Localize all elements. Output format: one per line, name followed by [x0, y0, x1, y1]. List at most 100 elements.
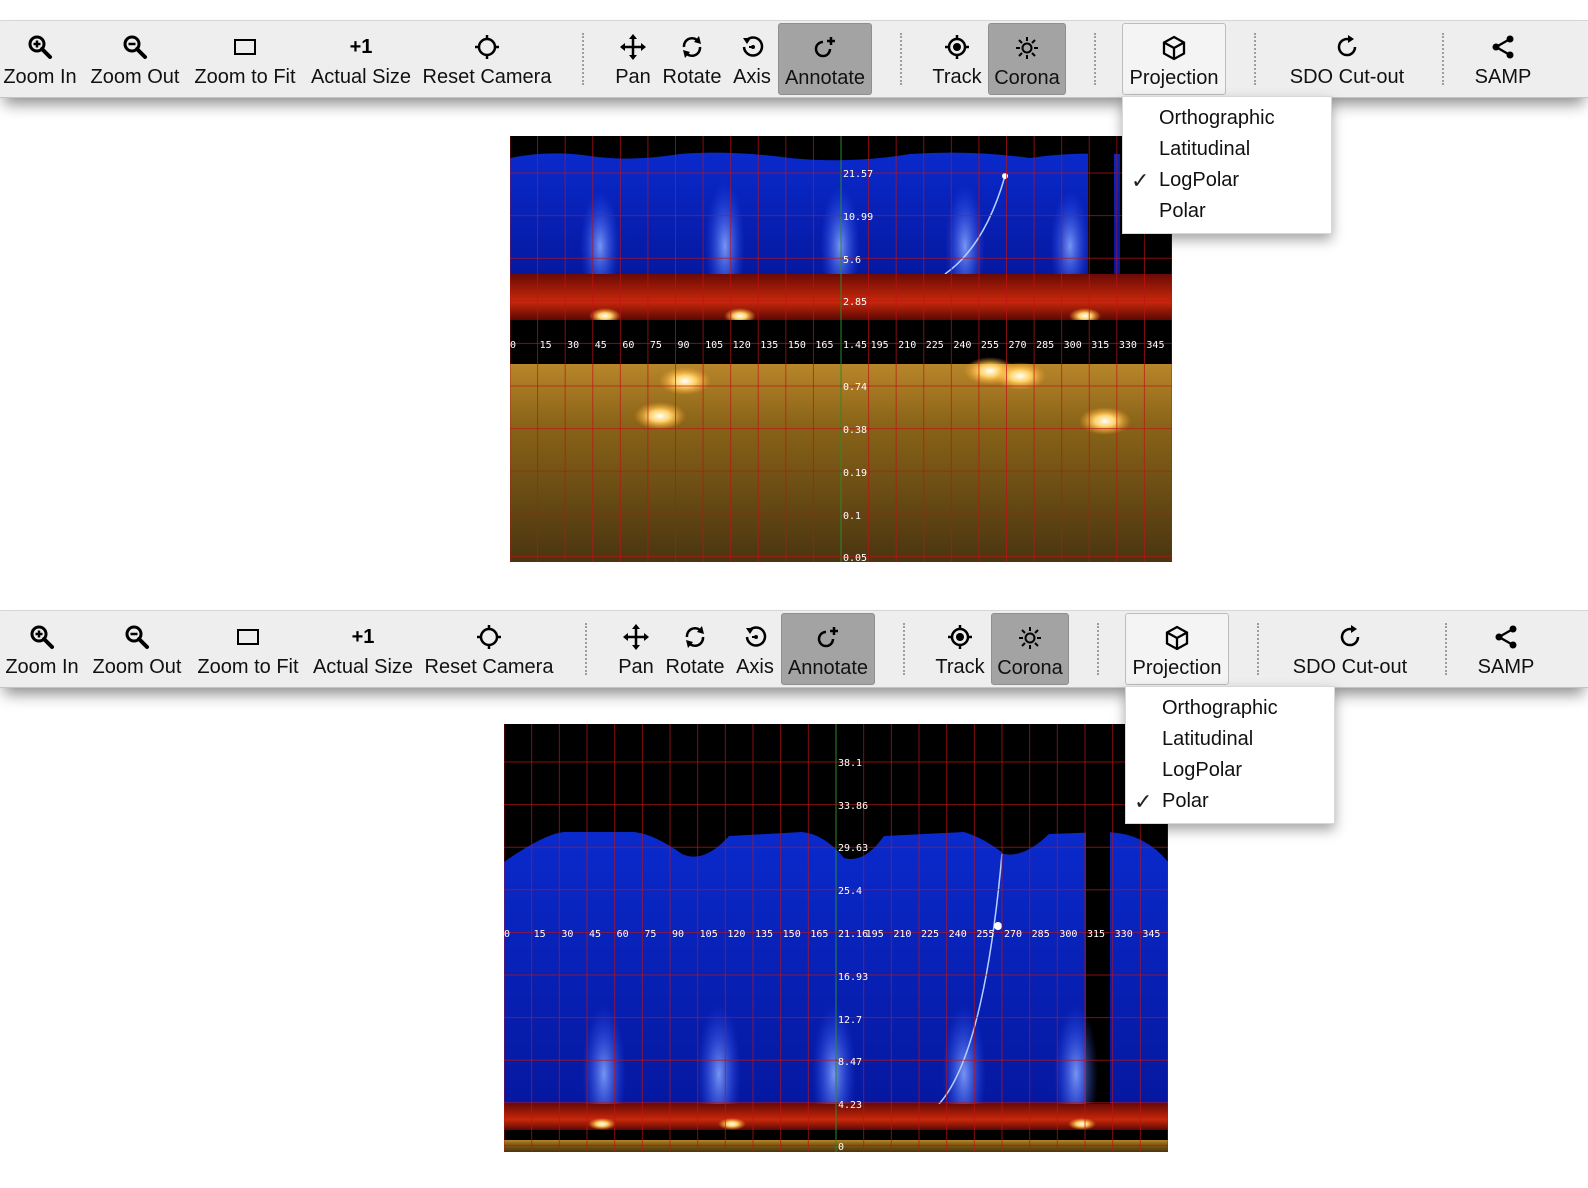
corona-icon [1013, 34, 1041, 62]
axis-icon [738, 33, 766, 61]
x-tick-label: 165 [815, 340, 833, 351]
y-tick-label: 5.6 [843, 255, 861, 266]
occulter-shadow [1088, 136, 1114, 274]
y-tick-label: 33.86 [838, 801, 868, 812]
y-tick-label: 0 [838, 1142, 844, 1152]
projection-option-logpolar[interactable]: ✓ LogPolar [1123, 165, 1331, 196]
toolbar-separator [1445, 623, 1447, 675]
axis-button[interactable]: Axis [733, 613, 777, 685]
x-tick-label: 150 [783, 929, 801, 940]
track-icon [943, 33, 971, 61]
polar-view[interactable]: 0 15 30 45 60 75 90 105 120 135 150 165 21.16 195 210 2… [504, 724, 1168, 1152]
pan-icon [622, 623, 650, 651]
annotate-button[interactable]: Annotate [778, 23, 872, 95]
x-tick-label: 0 [504, 929, 510, 940]
x-tick-label: 255 [976, 929, 994, 940]
option-label: Orthographic [1162, 697, 1278, 719]
x-tick-label: 165 [810, 929, 828, 940]
x-tick-label: 195 [871, 340, 889, 351]
zoom-in-icon [28, 623, 56, 651]
zoom-in-button[interactable]: Zoom In [4, 613, 80, 685]
annotate-label: Annotate [784, 67, 866, 89]
rotate-button[interactable]: Rotate [663, 613, 727, 685]
reset-camera-icon [473, 33, 501, 61]
checkmark-icon: ✓ [1134, 789, 1153, 814]
axis-icon [741, 623, 769, 651]
prominence-glow [718, 1118, 746, 1130]
toolbar-separator [1254, 33, 1256, 85]
projection-option-latitudinal[interactable]: Latitudinal [1123, 134, 1331, 165]
axis-label: Axis [733, 66, 771, 88]
polar-canvas[interactable]: 0 15 30 45 60 75 90 105 120 135 150 165 21.16195 210 2… [504, 724, 1168, 1152]
zoom-out-button[interactable]: Zoom Out [90, 613, 184, 685]
samp-button[interactable]: SAMP [1468, 23, 1538, 95]
pan-button[interactable]: Pan [612, 23, 654, 95]
reset-camera-button[interactable]: Reset Camera [424, 613, 554, 685]
x-tick-label: 45 [589, 929, 601, 940]
projection-option-orthographic[interactable]: Orthographic [1126, 693, 1334, 724]
annotate-icon [814, 624, 842, 652]
projection-button[interactable]: Projection [1122, 23, 1226, 95]
samp-label: SAMP [1477, 656, 1535, 678]
projection-option-orthographic[interactable]: Orthographic [1123, 103, 1331, 134]
sdo-cutout-label: SDO Cut-out [1292, 656, 1408, 678]
x-tick-label: 195 [866, 929, 884, 940]
toolbar-top: Zoom In Zoom Out Zoom to Fit +1 Actual S… [0, 20, 1588, 98]
y-tick-label: 2.85 [843, 297, 867, 308]
x-tick-label: 345 [1146, 340, 1164, 351]
axis-label: Axis [736, 656, 774, 678]
track-button[interactable]: Track [928, 23, 986, 95]
zoom-in-label: Zoom In [5, 656, 79, 678]
zoom-out-icon [121, 33, 149, 61]
option-label: LogPolar [1159, 169, 1240, 191]
samp-button[interactable]: SAMP [1471, 613, 1541, 685]
track-label: Track [935, 656, 985, 678]
projection-option-logpolar[interactable]: LogPolar [1126, 755, 1334, 786]
log-polar-canvas[interactable]: 0 15 30 45 60 75 90 105 120 135 150 165 1.45 195 210 22… [510, 136, 1172, 562]
sdo-cutout-button[interactable]: SDO Cut-out [1282, 23, 1412, 95]
zoom-to-fit-button[interactable]: Zoom to Fit [193, 613, 303, 685]
zoom-to-fit-button[interactable]: Zoom to Fit [190, 23, 300, 95]
corona-button[interactable]: Corona [988, 23, 1066, 95]
x-tick-label: 60 [617, 929, 629, 940]
prominence-glow [588, 1118, 616, 1130]
y-tick-label: 16.93 [838, 972, 868, 983]
zoom-out-button[interactable]: Zoom Out [88, 23, 182, 95]
projection-option-polar[interactable]: ✓ Polar [1126, 786, 1334, 817]
annotate-button[interactable]: Annotate [781, 613, 875, 685]
log-polar-view[interactable]: 0 15 30 45 60 75 90 105 120 135 150 165 1.45 195 210 22… [510, 136, 1172, 562]
zoom-out-label: Zoom Out [92, 656, 182, 678]
sdo-cutout-button[interactable]: SDO Cut-out [1285, 613, 1415, 685]
x-tick-label: 105 [705, 340, 723, 351]
zoom-to-fit-icon [234, 623, 262, 651]
x-tick-label: 90 [672, 929, 684, 940]
toolbar-separator [1442, 33, 1444, 85]
x-tick-label: 1.45 [843, 340, 867, 351]
y-tick-label: 0.74 [843, 382, 867, 393]
y-tick-label: 8.47 [838, 1057, 862, 1068]
rotate-button[interactable]: Rotate [660, 23, 724, 95]
x-tick-label: 135 [760, 340, 778, 351]
x-tick-label: 0 [510, 340, 516, 351]
actual-size-button[interactable]: +1 Actual Size [310, 613, 416, 685]
actual-size-button[interactable]: +1 Actual Size [308, 23, 414, 95]
reset-camera-button[interactable]: Reset Camera [422, 23, 552, 95]
toolbar-bottom: Zoom In Zoom Out Zoom to Fit +1 Actual S… [0, 610, 1588, 688]
rotate-icon [678, 33, 706, 61]
corona-button[interactable]: Corona [991, 613, 1069, 685]
axis-button[interactable]: Axis [730, 23, 774, 95]
x-tick-label: 330 [1115, 929, 1133, 940]
option-label: Polar [1159, 200, 1206, 222]
y-tick-label: 4.23 [838, 1100, 862, 1111]
sdo-cutout-icon [1333, 33, 1361, 61]
reset-camera-label: Reset Camera [422, 66, 552, 88]
track-button[interactable]: Track [931, 613, 989, 685]
y-tick-label: 38.1 [838, 758, 862, 769]
zoom-in-button[interactable]: Zoom In [2, 23, 78, 95]
y-tick-label: 21.57 [843, 169, 873, 180]
pan-button[interactable]: Pan [615, 613, 657, 685]
projection-option-latitudinal[interactable]: Latitudinal [1126, 724, 1334, 755]
projection-option-polar[interactable]: Polar [1123, 196, 1331, 227]
x-tick-label: 120 [733, 340, 751, 351]
projection-button[interactable]: Projection [1125, 613, 1229, 685]
